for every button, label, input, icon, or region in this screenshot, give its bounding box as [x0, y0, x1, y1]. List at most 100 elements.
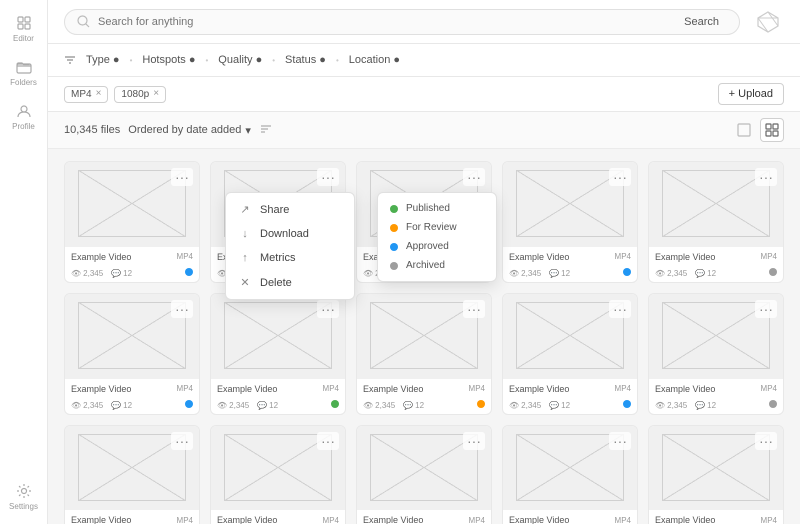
remove-1080p-filter[interactable]: ×: [153, 89, 159, 99]
filter-type[interactable]: Type ●: [82, 52, 124, 68]
header: Search: [48, 0, 800, 44]
card-format: MP4: [177, 252, 193, 261]
status-option-label: Archived: [406, 260, 445, 271]
context-item-delete[interactable]: ✕ Delete: [226, 270, 354, 295]
settings-icon: [15, 482, 33, 500]
media-card[interactable]: ··· Example Video MP4 👁 2,345 💬 12: [356, 425, 492, 524]
comment-icon: 💬: [549, 401, 559, 410]
filter-quality[interactable]: Quality ●: [214, 52, 266, 68]
sidebar-editor-label: Editor: [13, 34, 34, 43]
active-filter-mp4[interactable]: MP4 ×: [64, 86, 108, 103]
media-card[interactable]: ··· Example Video MP4 👁 2,345 💬 12: [648, 293, 784, 415]
card-more-button[interactable]: ···: [755, 432, 777, 450]
status-dropdown: Published For Review Approved Ar: [377, 192, 497, 282]
media-card[interactable]: ··· Example Video MP4 👁 2,345 💬 12: [502, 425, 638, 524]
card-thumbnail: ··· ↗ Share ↓ Download ↑ Metrics: [211, 162, 345, 246]
filter-hotspots[interactable]: Hotspots ●: [138, 52, 199, 68]
card-more-button[interactable]: ···: [171, 432, 193, 450]
sidebar-item-folders[interactable]: Folders: [4, 52, 44, 92]
card-more-button[interactable]: ···: [755, 300, 777, 318]
thumbnail-placeholder: [370, 434, 477, 501]
search-button[interactable]: Search: [676, 14, 727, 30]
card-more-button[interactable]: ···: [755, 168, 777, 186]
status-dot: [390, 224, 398, 232]
media-card[interactable]: ··· Published For Review: [356, 161, 492, 283]
card-format: MP4: [761, 516, 777, 524]
card-footer: Example Video MP4: [503, 378, 637, 399]
sidebar-item-profile[interactable]: Profile: [4, 96, 44, 136]
card-thumbnail: ···: [503, 426, 637, 510]
context-item-download[interactable]: ↓ Download: [226, 222, 354, 246]
eye-icon: 👁: [509, 269, 519, 278]
context-menu: ↗ Share ↓ Download ↑ Metrics ✕: [225, 192, 355, 300]
card-views: 👁 2,345: [363, 401, 395, 410]
card-status-dot: [623, 268, 631, 276]
card-thumbnail: ···: [503, 162, 637, 246]
status-option-approved[interactable]: Approved: [386, 237, 488, 256]
sidebar-item-settings[interactable]: Settings: [4, 476, 44, 516]
order-button[interactable]: Ordered by date added ▾: [128, 124, 251, 137]
context-item-metrics[interactable]: ↑ Metrics: [226, 246, 354, 270]
status-option-archived[interactable]: Archived: [386, 256, 488, 275]
sidebar-item-editor[interactable]: Editor: [4, 8, 44, 48]
card-title: Example Video: [363, 384, 423, 394]
card-more-button[interactable]: ···: [317, 432, 339, 450]
card-format: MP4: [177, 516, 193, 524]
metrics-icon: ↑: [238, 252, 252, 264]
card-title: Example Video: [509, 384, 569, 394]
media-card[interactable]: ··· Example Video MP4 👁 2,345 💬 12: [502, 293, 638, 415]
card-more-button[interactable]: ···: [609, 300, 631, 318]
card-thumbnail: ···: [65, 294, 199, 378]
active-filter-1080p[interactable]: 1080p ×: [114, 86, 166, 103]
card-status-dot: [769, 400, 777, 408]
media-card[interactable]: ··· Example Video MP4 👁 2,345 💬 12: [648, 161, 784, 283]
card-more-button[interactable]: ···: [171, 300, 193, 318]
context-item-share[interactable]: ↗ Share: [226, 197, 354, 222]
grid-view-button[interactable]: [760, 118, 784, 142]
card-more-button[interactable]: ···: [463, 168, 485, 186]
thumbnail-placeholder: [78, 434, 185, 501]
status-dot: [390, 243, 398, 251]
card-more-button[interactable]: ···: [609, 168, 631, 186]
sort-icon[interactable]: [259, 122, 273, 139]
card-meta: 👁 2,345 💬 12: [357, 399, 491, 414]
status-option-for_review[interactable]: For Review: [386, 218, 488, 237]
card-more-button[interactable]: ···: [317, 300, 339, 318]
status-option-label: Approved: [406, 241, 449, 252]
card-thumbnail: ···: [357, 294, 491, 378]
media-card[interactable]: ··· Example Video MP4 👁 2,345 💬 12: [210, 425, 346, 524]
card-more-button[interactable]: ···: [463, 300, 485, 318]
list-view-button[interactable]: [732, 118, 756, 142]
comments-count: 12: [707, 269, 716, 278]
comment-icon: 💬: [111, 269, 121, 278]
upload-button[interactable]: + Upload: [718, 83, 784, 105]
folders-icon: [15, 58, 33, 76]
eye-icon: 👁: [655, 401, 665, 410]
card-footer: Example Video MP4: [65, 509, 199, 524]
card-more-button[interactable]: ···: [463, 432, 485, 450]
card-format: MP4: [615, 384, 631, 393]
media-card[interactable]: ··· Example Video MP4 👁 2,345 💬 12: [64, 293, 200, 415]
media-card[interactable]: ··· Example Video MP4 👁 2,345 💬 12: [356, 293, 492, 415]
thumbnail-placeholder: [662, 302, 769, 369]
filter-location[interactable]: Location ●: [345, 52, 404, 68]
card-more-button[interactable]: ···: [609, 432, 631, 450]
search-input[interactable]: [98, 16, 668, 28]
card-more-button[interactable]: ···: [317, 168, 339, 186]
status-option-published[interactable]: Published: [386, 199, 488, 218]
views-count: 2,345: [521, 269, 541, 278]
media-card[interactable]: ··· ↗ Share ↓ Download ↑ Metrics: [210, 161, 346, 283]
media-card[interactable]: ··· Example Video MP4 👁 2,345 💬 12: [210, 293, 346, 415]
card-more-button[interactable]: ···: [171, 168, 193, 186]
media-card[interactable]: ··· Example Video MP4 👁 2,345 💬 12: [502, 161, 638, 283]
card-title: Example Video: [71, 515, 131, 524]
filter-status[interactable]: Status ●: [281, 52, 330, 68]
thumbnail-placeholder: [370, 302, 477, 369]
media-card[interactable]: ··· Example Video MP4 👁 2,345 💬 12: [64, 161, 200, 283]
remove-mp4-filter[interactable]: ×: [96, 89, 102, 99]
media-card[interactable]: ··· Example Video MP4 👁 2,345 💬 12: [648, 425, 784, 524]
card-views: 👁 2,345: [509, 401, 541, 410]
media-card[interactable]: ··· Example Video MP4 👁 2,345 💬 12: [64, 425, 200, 524]
sidebar-profile-label: Profile: [12, 122, 35, 131]
card-format: MP4: [177, 384, 193, 393]
